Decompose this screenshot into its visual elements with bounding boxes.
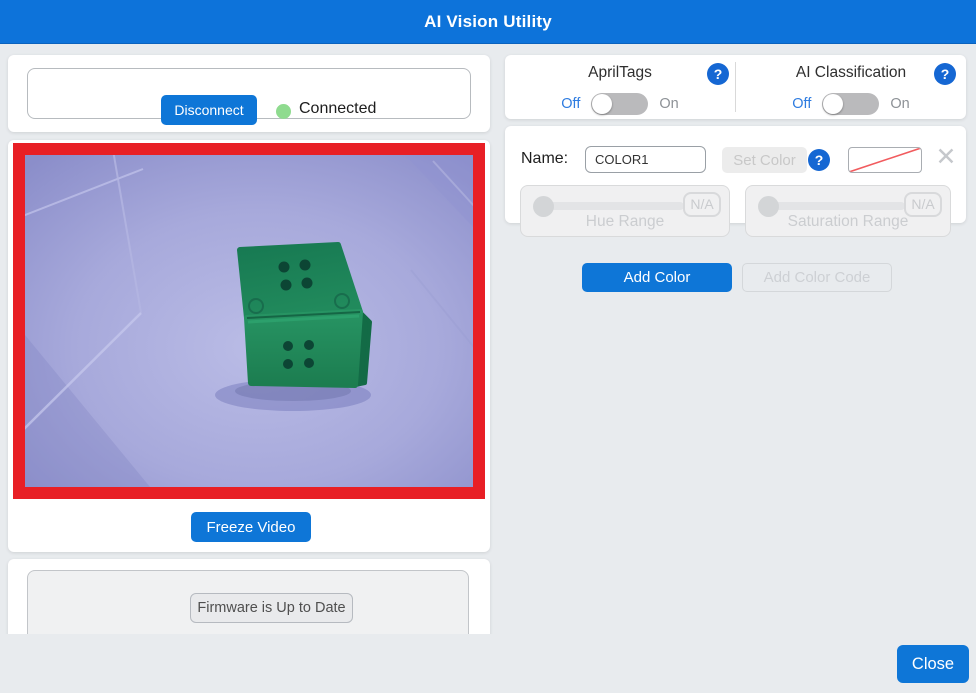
close-button[interactable]: Close (897, 645, 969, 683)
connection-status-panel: Disconnect Connected (27, 68, 471, 125)
title-bar: AI Vision Utility (0, 0, 976, 44)
connected-status-dot-icon (276, 104, 291, 119)
detection-highlight-frame (13, 143, 485, 499)
add-color-button[interactable]: Add Color (582, 263, 732, 292)
ai-classification-on-label: On (890, 96, 910, 112)
color-signature-card: Name: Set Color ? ✕ N/A Hue Range N/A Sa… (505, 126, 966, 237)
color-swatch-empty[interactable] (848, 147, 922, 173)
saturation-slider-track (774, 202, 905, 210)
hue-range-slider-group: N/A Hue Range (520, 185, 730, 237)
hue-range-label: Hue Range (585, 213, 665, 230)
camera-video-feed[interactable] (25, 155, 473, 487)
apriltags-off-label: Off (561, 96, 581, 112)
feature-toggles-card: AprilTags ? Off On AI Classification ? O… (505, 55, 966, 119)
name-label: Name: (521, 150, 569, 167)
hue-slider-track (549, 202, 684, 210)
video-still-green-cube (25, 155, 473, 487)
video-card: Freeze Video (8, 140, 490, 552)
ai-classification-toggle[interactable] (822, 93, 880, 115)
disconnect-button[interactable]: Disconnect (161, 95, 257, 125)
apriltags-section: AprilTags ? Off On (505, 55, 735, 119)
add-color-code-button[interactable]: Add Color Code (742, 263, 892, 292)
connection-status-label: Connected (299, 100, 377, 117)
saturation-range-label: Saturation Range (787, 213, 909, 230)
firmware-card: Firmware is Up to Date Version: 1.0.0.b1… (8, 559, 490, 650)
saturation-range-slider-group: N/A Saturation Range (745, 185, 951, 237)
ai-vision-utility-dialog: { "window": { "title": "AI Vision Utilit… (0, 0, 976, 693)
apriltags-on-label: On (659, 96, 679, 112)
ai-classification-label: AI Classification (795, 64, 907, 81)
firmware-status-button[interactable]: Firmware is Up to Date (190, 593, 353, 623)
color-name-input[interactable] (585, 146, 706, 173)
ai-classification-off-label: Off (792, 96, 812, 112)
apriltags-toggle[interactable] (591, 93, 649, 115)
toggle-knob (592, 94, 613, 114)
page-title: AI Vision Utility (424, 12, 552, 31)
dialog-footer: Close (0, 634, 976, 693)
apriltags-label: AprilTags (588, 64, 652, 81)
set-color-help-icon[interactable]: ? (808, 149, 830, 171)
freeze-video-button[interactable]: Freeze Video (191, 512, 311, 542)
set-color-button[interactable]: Set Color (722, 147, 807, 173)
connection-card: Disconnect Connected (8, 55, 490, 132)
ai-classification-help-icon[interactable]: ? (934, 63, 956, 85)
no-color-slash-icon (849, 148, 921, 172)
ai-classification-section: AI Classification ? Off On (736, 55, 966, 119)
remove-color-icon[interactable]: ✕ (934, 145, 958, 170)
toggle-knob (823, 94, 844, 114)
apriltags-help-icon[interactable]: ? (707, 63, 729, 85)
